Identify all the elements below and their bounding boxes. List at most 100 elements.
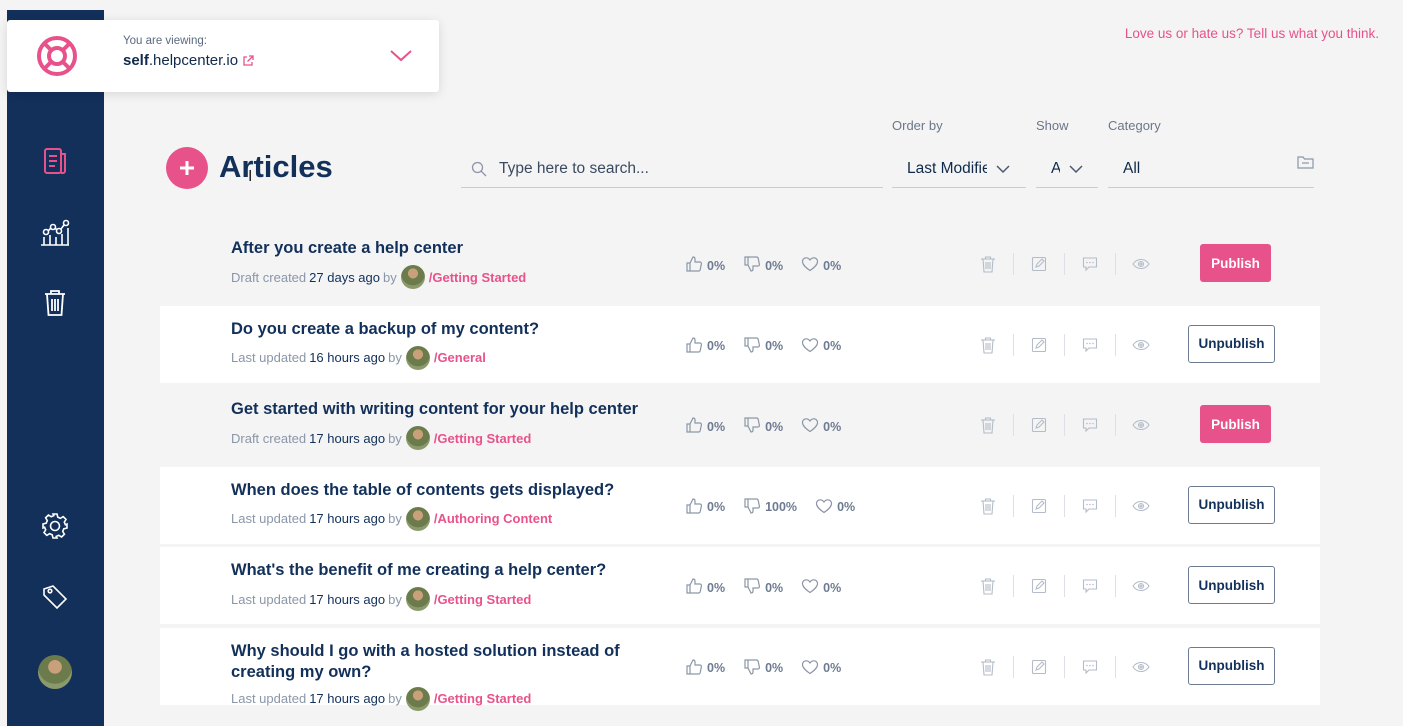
article-title[interactable]: After you create a help center xyxy=(231,238,661,259)
analytics-icon[interactable] xyxy=(37,215,73,251)
likes-value: 0% xyxy=(707,500,726,514)
edit-icon[interactable] xyxy=(1026,493,1052,519)
edit-icon[interactable] xyxy=(1026,573,1052,599)
edit-icon[interactable] xyxy=(1026,251,1052,277)
trash-icon[interactable] xyxy=(37,285,73,321)
dislikes-value: 0% xyxy=(765,580,784,595)
publish-button[interactable]: Publish xyxy=(1200,244,1271,282)
article-category[interactable]: /Getting Started xyxy=(434,691,532,706)
settings-icon[interactable] xyxy=(37,508,73,544)
order-by-select[interactable]: Last Modified xyxy=(892,150,1026,188)
article-time: 17 hours ago xyxy=(309,430,386,446)
comment-icon[interactable] xyxy=(1077,332,1103,358)
thumbs-up-icon xyxy=(685,577,707,598)
article-row[interactable]: Why should I go with a hosted solution i… xyxy=(160,627,1320,711)
site-switcher[interactable]: You are viewing: self .helpcenter.io xyxy=(7,20,439,92)
plus-icon xyxy=(180,161,194,175)
article-time: 16 hours ago xyxy=(309,350,386,365)
article-by: by xyxy=(388,591,402,607)
article-actions xyxy=(975,573,1154,599)
show-select[interactable]: All xyxy=(1036,150,1098,188)
preview-eye-icon[interactable] xyxy=(1128,332,1154,358)
dislikes-stat: 0% xyxy=(743,577,783,598)
delete-icon[interactable] xyxy=(975,251,1001,277)
article-row[interactable]: After you create a help center Draft cre… xyxy=(160,225,1320,302)
article-row[interactable]: Get started with writing content for you… xyxy=(160,386,1320,463)
preview-eye-icon[interactable] xyxy=(1128,493,1154,519)
unpublish-button[interactable]: Unpublish xyxy=(1188,324,1275,363)
author-avatar xyxy=(400,265,425,289)
article-status: Last updated xyxy=(231,691,307,706)
heart-icon xyxy=(801,578,823,597)
articles-list: After you create a help center Draft cre… xyxy=(160,225,1320,711)
article-category[interactable]: /Getting Started xyxy=(434,431,532,446)
hearts-stat: 0% xyxy=(801,256,841,275)
comment-icon[interactable] xyxy=(1077,493,1103,519)
preview-eye-icon[interactable] xyxy=(1128,573,1154,599)
divider xyxy=(1064,494,1065,517)
article-category[interactable]: /Authoring Content xyxy=(434,511,552,526)
search-bar[interactable] xyxy=(461,150,883,188)
hearts-stat: 0% xyxy=(801,578,841,597)
unpublish-button[interactable]: Unpublish xyxy=(1188,566,1275,604)
article-category[interactable]: /Getting Started xyxy=(434,592,532,607)
article-title[interactable]: Do you create a backup of my content? xyxy=(231,319,661,340)
search-input[interactable] xyxy=(499,159,869,178)
article-meta: Last updated 16 hours ago by /General xyxy=(231,345,486,370)
article-meta: Last updated 17 hours ago by /Authoring … xyxy=(231,506,552,531)
divider xyxy=(1013,494,1014,517)
articles-icon[interactable] xyxy=(37,143,73,179)
article-stats: 0% 0% 0% xyxy=(685,658,859,679)
tag-icon[interactable] xyxy=(37,578,73,614)
feedback-link[interactable]: Love us or hate us? Tell us what you thi… xyxy=(1125,26,1379,41)
site-link[interactable]: self .helpcenter.io xyxy=(123,52,254,69)
article-row[interactable]: Do you create a backup of my content? La… xyxy=(160,305,1320,383)
preview-eye-icon[interactable] xyxy=(1128,251,1154,277)
chevron-down-icon[interactable] xyxy=(387,44,415,68)
preview-eye-icon[interactable] xyxy=(1128,412,1154,438)
article-title[interactable]: Get started with writing content for you… xyxy=(231,399,661,420)
category-select[interactable]: All xyxy=(1108,150,1314,188)
article-category[interactable]: /Getting Started xyxy=(429,270,527,285)
text-cursor-icon: I xyxy=(248,168,253,185)
comment-icon[interactable] xyxy=(1077,412,1103,438)
delete-icon[interactable] xyxy=(975,573,1001,599)
thumbs-up-icon xyxy=(685,416,707,437)
delete-icon[interactable] xyxy=(975,654,1001,680)
edit-icon[interactable] xyxy=(1026,332,1052,358)
likes-value: 0% xyxy=(707,419,726,434)
delete-icon[interactable] xyxy=(975,412,1001,438)
article-status: Draft created xyxy=(231,269,307,285)
article-title[interactable]: Why should I go with a hosted solution i… xyxy=(231,641,661,683)
likes-value: 0% xyxy=(707,258,726,273)
external-link-icon[interactable] xyxy=(242,54,254,67)
article-title[interactable]: What's the benefit of me creating a help… xyxy=(231,560,661,581)
divider xyxy=(1013,414,1014,436)
chevron-down-icon xyxy=(1069,164,1083,173)
edit-icon[interactable] xyxy=(1026,412,1052,438)
folder-icon[interactable] xyxy=(1297,155,1314,174)
divider xyxy=(1115,253,1116,275)
unpublish-button[interactable]: Unpublish xyxy=(1188,646,1275,685)
comment-icon[interactable] xyxy=(1077,654,1103,680)
article-title[interactable]: When does the table of contents gets dis… xyxy=(231,480,661,501)
delete-icon[interactable] xyxy=(975,332,1001,358)
author-avatar xyxy=(405,587,430,611)
preview-eye-icon[interactable] xyxy=(1128,654,1154,680)
publish-button[interactable]: Publish xyxy=(1200,405,1271,443)
unpublish-button[interactable]: Unpublish xyxy=(1188,485,1275,524)
comment-icon[interactable] xyxy=(1077,573,1103,599)
dislikes-value: 100% xyxy=(765,500,798,514)
comment-icon[interactable] xyxy=(1077,251,1103,277)
article-by: by xyxy=(388,511,402,526)
article-row[interactable]: When does the table of contents gets dis… xyxy=(160,466,1320,544)
add-article-button[interactable] xyxy=(166,147,208,189)
article-status: Last updated xyxy=(231,350,307,365)
hearts-value: 0% xyxy=(823,580,842,595)
dislikes-stat: 0% xyxy=(743,255,783,276)
article-category[interactable]: /General xyxy=(434,350,486,365)
article-row[interactable]: What's the benefit of me creating a help… xyxy=(160,547,1320,624)
edit-icon[interactable] xyxy=(1026,654,1052,680)
user-avatar[interactable] xyxy=(37,654,73,690)
delete-icon[interactable] xyxy=(975,493,1001,519)
